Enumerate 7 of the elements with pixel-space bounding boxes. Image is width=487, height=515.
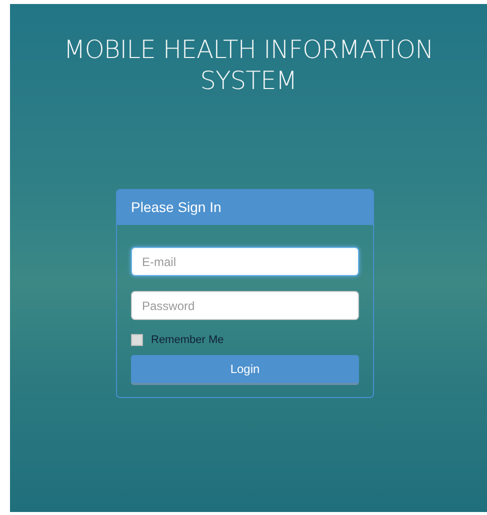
- page-title: MOBILE HEALTH INFORMATION SYSTEM: [62, 34, 434, 96]
- login-button[interactable]: Login: [131, 355, 359, 385]
- panel-heading: Please Sign In: [117, 190, 373, 225]
- email-field[interactable]: E-mail: [131, 247, 359, 276]
- password-field[interactable]: Password: [131, 291, 359, 320]
- remember-checkbox[interactable]: [131, 334, 143, 346]
- remember-label: Remember Me: [151, 334, 224, 346]
